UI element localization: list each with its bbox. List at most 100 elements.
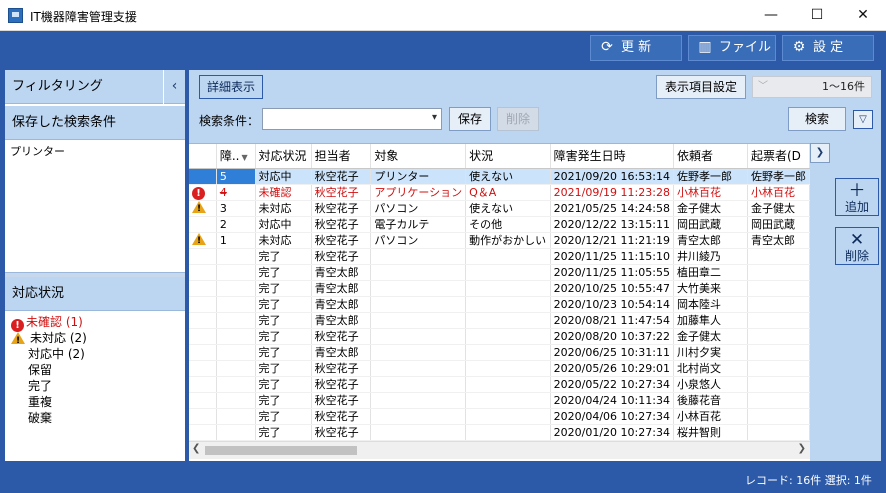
table-row[interactable]: ! 4 未確認 秋空花子 アプリケーション Q＆A 2021/09/19 11:23:28 小… — [189, 184, 810, 201]
search-button[interactable]: 検索 — [788, 107, 846, 131]
file-button[interactable]: ▥ ファイル — [688, 35, 776, 61]
table-row[interactable]: 5 対応中 秋空花子 プリンター 使えない 2021/09/20 16:53:14 佐野孝一… — [189, 168, 810, 185]
horizontal-scrollbar[interactable]: ❮ ❯ — [189, 441, 810, 459]
cell-target — [370, 392, 467, 409]
column-settings-button[interactable]: 表示項目設定 — [656, 75, 746, 99]
table-row[interactable]: 完了 青空太郎 2020/06/25 10:31:11 川村夕実 — [189, 344, 810, 361]
cell-status: 未確認 — [255, 184, 312, 201]
cell-state — [465, 392, 551, 409]
col-icon[interactable] — [189, 144, 217, 169]
maximize-button[interactable]: ☐ — [794, 0, 840, 31]
refresh-icon: ⟳ — [601, 39, 613, 55]
table-row[interactable]: 完了 秋空花子 2020/05/22 10:27:34 小泉悠人 — [189, 376, 810, 393]
chevron-right-icon: ❯ — [815, 147, 825, 158]
cell-owner: 秋空花子 — [311, 424, 372, 441]
row-icon-cell: ! — [189, 184, 217, 201]
cell-target — [370, 328, 467, 345]
status-item-discard[interactable]: 破棄 — [11, 410, 179, 426]
table-row[interactable]: 完了 秋空花子 2020/04/06 10:27:34 小林百花 — [189, 408, 810, 425]
table-row[interactable]: 2 対応中 秋空花子 電子カルテ その他 2020/12/22 13:15:11 岡田武蔵岡… — [189, 216, 810, 233]
cell-id — [216, 280, 256, 297]
cell-date: 2021/09/19 11:23:28 — [550, 184, 674, 201]
table-row[interactable]: 完了 青空太郎 2020/11/25 11:05:55 植田章二 — [189, 264, 810, 281]
cell-date: 2020/12/22 13:15:11 — [550, 216, 674, 233]
table-row[interactable]: 完了 秋空花子 2020/04/24 10:11:34 後藤花音 — [189, 392, 810, 409]
cell-owner: 秋空花子 — [311, 200, 372, 217]
col-owner[interactable]: 担当者 — [311, 144, 372, 169]
cell-owner: 秋空花子 — [311, 360, 372, 377]
cell-rep — [747, 248, 810, 265]
col-requester[interactable]: 依頼者 — [673, 144, 748, 169]
status-item-in-progress[interactable]: 対応中 (2) — [11, 346, 179, 362]
detail-view-button[interactable]: 詳細表示 — [199, 75, 263, 99]
cell-target: 電子カルテ — [370, 216, 467, 233]
table-row[interactable]: 完了 秋空花子 2020/08/20 10:37:22 金子健太 — [189, 328, 810, 345]
cell-target — [370, 360, 467, 377]
cell-id — [216, 344, 256, 361]
row-icon-cell — [189, 408, 217, 425]
cell-status: 完了 — [255, 424, 312, 441]
expand-search-button[interactable]: ▽ — [853, 110, 873, 129]
cell-owner: 秋空花子 — [311, 248, 372, 265]
column-expand-button[interactable]: ❯ — [810, 143, 830, 163]
cell-date: 2020/01/20 10:27:34 — [550, 424, 674, 441]
col-id[interactable]: 障.. ▼ — [216, 144, 256, 169]
saved-search-item[interactable]: プリンター — [10, 143, 180, 159]
add-button[interactable]: ＋ 追加 — [835, 178, 879, 216]
col-target[interactable]: 対象 — [370, 144, 467, 169]
cell-rep — [747, 424, 810, 441]
status-item-done[interactable]: 完了 — [11, 378, 179, 394]
col-status[interactable]: 対応状況 — [255, 144, 312, 169]
col-reporter[interactable]: 起票者(D — [747, 144, 810, 169]
table-row[interactable]: 完了 青空太郎 2020/10/25 10:55:47 大竹美来 — [189, 280, 810, 297]
status-item-hold[interactable]: 保留 — [11, 362, 179, 378]
status-list: !未確認 (1) 未対応 (2) 対応中 (2) 保留 完了 重複 破棄 — [5, 312, 185, 428]
page-range-select[interactable]: ﹀ 1～16件 — [752, 76, 872, 98]
row-icon-cell — [189, 344, 217, 361]
collapse-pane-button[interactable]: ‹ — [163, 70, 185, 104]
table-row[interactable]: 1未対応秋空花子パソコン動作がおかしい2020/12/21 11:21:19青空… — [189, 232, 810, 249]
table-row[interactable]: 完了 青空太郎 2020/10/23 10:54:14 岡本陸斗 — [189, 296, 810, 313]
status-item-unhandled[interactable]: 未対応 (2) — [11, 330, 179, 349]
cell-id: 5 — [216, 168, 256, 185]
status-item-label: 未対応 (2) — [30, 331, 87, 345]
minimize-button[interactable]: — — [748, 0, 794, 31]
cell-state — [465, 360, 551, 377]
filter-header-label: フィルタリング — [12, 79, 103, 94]
cell-req: 桜井智則 — [673, 424, 748, 441]
app-icon — [8, 8, 23, 23]
refresh-button[interactable]: ⟳ 更 新 — [590, 35, 682, 61]
table-row[interactable]: 3未対応秋空花子パソコン使えない2021/05/25 14:24:58金子健太金… — [189, 200, 810, 217]
row-icon-cell — [189, 328, 217, 345]
settings-button[interactable]: ⚙ 設 定 — [782, 35, 874, 61]
plus-icon: ＋ — [848, 181, 866, 201]
cell-target — [370, 376, 467, 393]
chevron-right-icon[interactable]: ❯ — [798, 443, 806, 454]
col-state[interactable]: 状況 — [465, 144, 551, 169]
cell-status: 完了 — [255, 408, 312, 425]
save-search-button[interactable]: 保存 — [449, 107, 491, 131]
chevron-left-icon[interactable]: ❮ — [192, 443, 200, 454]
scroll-thumb[interactable] — [205, 446, 357, 455]
table-row[interactable]: 完了 秋空花子 2020/11/25 11:15:10 井川綾乃 — [189, 248, 810, 265]
delete-search-button[interactable]: 削除 — [497, 107, 539, 131]
row-icon-cell — [189, 376, 217, 393]
row-icon-cell — [189, 312, 217, 329]
cell-status: 完了 — [255, 392, 312, 409]
table-row[interactable]: 完了 秋空花子 2020/05/26 10:29:01 北村尚文 — [189, 360, 810, 377]
cell-rep: 岡田武蔵 — [747, 216, 810, 233]
remove-button[interactable]: ✕ 削除 — [835, 227, 879, 265]
col-date[interactable]: 障害発生日時 — [550, 144, 674, 169]
status-item-duplicate[interactable]: 重複 — [11, 394, 179, 410]
search-condition-select[interactable]: ▾ — [262, 108, 442, 130]
table-row[interactable]: 完了 青空太郎 2020/08/21 11:47:54 加藤隼人 — [189, 312, 810, 329]
status-item-unconfirmed[interactable]: ! 未確認 (1) — [11, 314, 179, 332]
cell-rep — [747, 344, 810, 361]
settings-label: 設 定 — [813, 40, 844, 55]
cell-date: 2020/10/25 10:55:47 — [550, 280, 674, 297]
cell-date: 2020/11/25 11:15:10 — [550, 248, 674, 265]
cell-rep — [747, 392, 810, 409]
close-button[interactable]: ✕ — [840, 0, 886, 31]
table-row[interactable]: 完了 秋空花子 2020/01/20 10:27:34 桜井智則 — [189, 424, 810, 441]
cell-rep: 青空太郎 — [747, 232, 810, 249]
